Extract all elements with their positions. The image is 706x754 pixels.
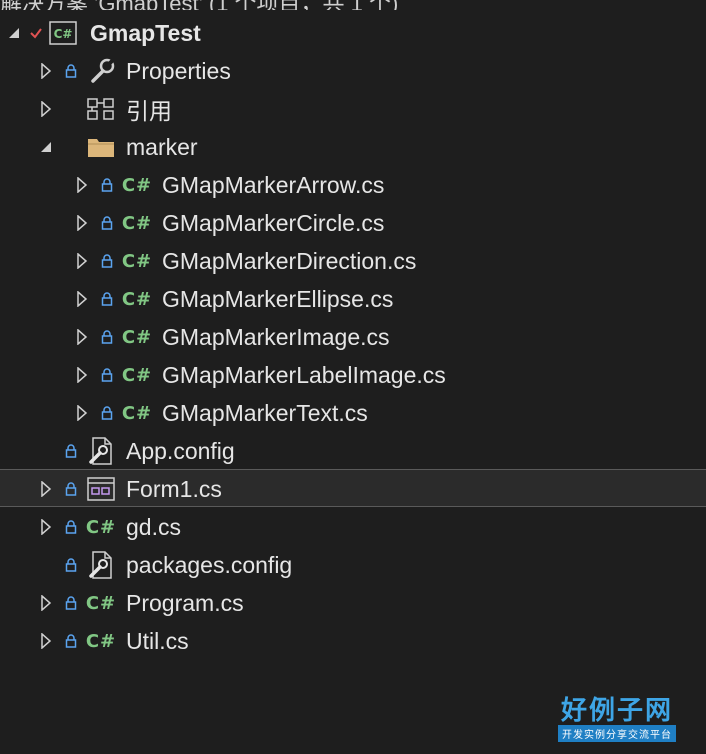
checkmark-icon [28, 14, 44, 52]
tree-item-label: Util.cs [126, 627, 189, 654]
collapsed-arrow-icon[interactable] [37, 622, 55, 660]
tree-item-file[interactable]: C# GMapMarkerText.cs [0, 394, 706, 432]
csharp-file-icon: C# [121, 402, 153, 424]
wrench-icon [84, 52, 118, 90]
tree-item-label: packages.config [126, 551, 293, 578]
tree-item-file[interactable]: C# GMapMarkerEllipse.cs [0, 280, 706, 318]
lock-icon [99, 318, 115, 356]
tree-item-form[interactable]: Form1.cs [0, 469, 706, 507]
collapsed-arrow-icon[interactable] [73, 356, 91, 394]
tree-item-label: Properties [126, 57, 231, 84]
tree-item-label: GMapMarkerImage.cs [162, 323, 390, 350]
expanded-arrow-icon[interactable] [37, 128, 55, 166]
tree-item-properties[interactable]: Properties [0, 52, 706, 90]
tree-item-file[interactable]: C# Program.cs [0, 584, 706, 622]
lock-icon [99, 166, 115, 204]
lock-icon [99, 204, 115, 242]
lock-icon [63, 470, 79, 508]
collapsed-arrow-icon[interactable] [73, 280, 91, 318]
tree-item-project[interactable]: C# GmapTest [0, 14, 706, 52]
collapsed-arrow-icon[interactable] [73, 394, 91, 432]
tree-item-label: GMapMarkerCircle.cs [162, 209, 385, 236]
csharp-file-icon: C# [121, 174, 153, 196]
tree-item-label: Form1.cs [126, 475, 222, 502]
lock-icon [63, 508, 79, 546]
collapsed-arrow-icon[interactable] [37, 584, 55, 622]
lock-icon [63, 622, 79, 660]
collapsed-arrow-icon[interactable] [37, 90, 55, 128]
collapsed-arrow-icon[interactable] [37, 470, 55, 508]
references-icon [84, 90, 118, 128]
tree-item-label: GMapMarkerText.cs [162, 399, 368, 426]
expanded-arrow-icon[interactable] [5, 14, 23, 52]
collapsed-arrow-icon[interactable] [73, 204, 91, 242]
tree-item-file[interactable]: C# gd.cs [0, 508, 706, 546]
tree-item-label: gd.cs [126, 513, 181, 540]
form-icon [84, 470, 118, 508]
tree-item-file[interactable]: C# GMapMarkerLabelImage.cs [0, 356, 706, 394]
lock-icon [63, 546, 79, 584]
csharp-project-icon: C# [48, 14, 78, 52]
tree-item-file[interactable]: C# Util.cs [0, 622, 706, 660]
collapsed-arrow-icon[interactable] [73, 242, 91, 280]
csharp-file-icon: C# [121, 212, 153, 234]
project-name: GmapTest [90, 19, 201, 46]
lock-icon [99, 242, 115, 280]
collapsed-arrow-icon[interactable] [73, 166, 91, 204]
csharp-file-icon: C# [85, 516, 117, 538]
csharp-file-icon: C# [121, 288, 153, 310]
folder-icon [84, 128, 118, 166]
svg-text:C#: C# [54, 27, 73, 41]
tree-item-label: App.config [126, 437, 235, 464]
tree-item-label: 引用 [126, 98, 172, 124]
csharp-file-icon: C# [121, 326, 153, 348]
breadcrumb: 解决方案 'GmapTest' (1 个项目，共 1 个) [0, 0, 706, 10]
lock-icon [63, 52, 79, 90]
tree-item-label: GMapMarkerLabelImage.cs [162, 361, 446, 388]
tree-item-label: marker [126, 133, 198, 160]
tree-item-marker-folder[interactable]: marker [0, 128, 706, 166]
tree-item-label: GMapMarkerDirection.cs [162, 247, 417, 274]
tree-item-label: GMapMarkerEllipse.cs [162, 285, 394, 312]
collapsed-arrow-icon[interactable] [37, 52, 55, 90]
tree-item-config[interactable]: packages.config [0, 546, 706, 584]
tree-item-references[interactable]: 引用 [0, 90, 706, 128]
csharp-file-icon: C# [85, 592, 117, 614]
config-file-icon [84, 432, 118, 470]
watermark-title: 好例子网 [560, 696, 673, 726]
tree-item-file[interactable]: C# GMapMarkerArrow.cs [0, 166, 706, 204]
collapsed-arrow-icon[interactable] [37, 508, 55, 546]
tree-item-label: GMapMarkerArrow.cs [162, 171, 385, 198]
tree-item-label: Program.cs [126, 589, 244, 616]
tree-item-config[interactable]: App.config [0, 432, 706, 470]
csharp-file-icon: C# [121, 364, 153, 386]
csharp-file-icon: C# [85, 630, 117, 652]
tree-item-file[interactable]: C# GMapMarkerImage.cs [0, 318, 706, 356]
lock-icon [99, 280, 115, 318]
tree-item-file[interactable]: C# GMapMarkerDirection.cs [0, 242, 706, 280]
csharp-file-icon: C# [121, 250, 153, 272]
tree-item-file[interactable]: C# GMapMarkerCircle.cs [0, 204, 706, 242]
lock-icon [99, 356, 115, 394]
site-watermark: 好例子网 开发实例分享交流平台 [558, 697, 676, 742]
collapsed-arrow-icon[interactable] [73, 318, 91, 356]
lock-icon [99, 394, 115, 432]
watermark-subtitle: 开发实例分享交流平台 [558, 725, 676, 742]
lock-icon [63, 584, 79, 622]
config-file-icon [84, 546, 118, 584]
lock-icon [63, 432, 79, 470]
